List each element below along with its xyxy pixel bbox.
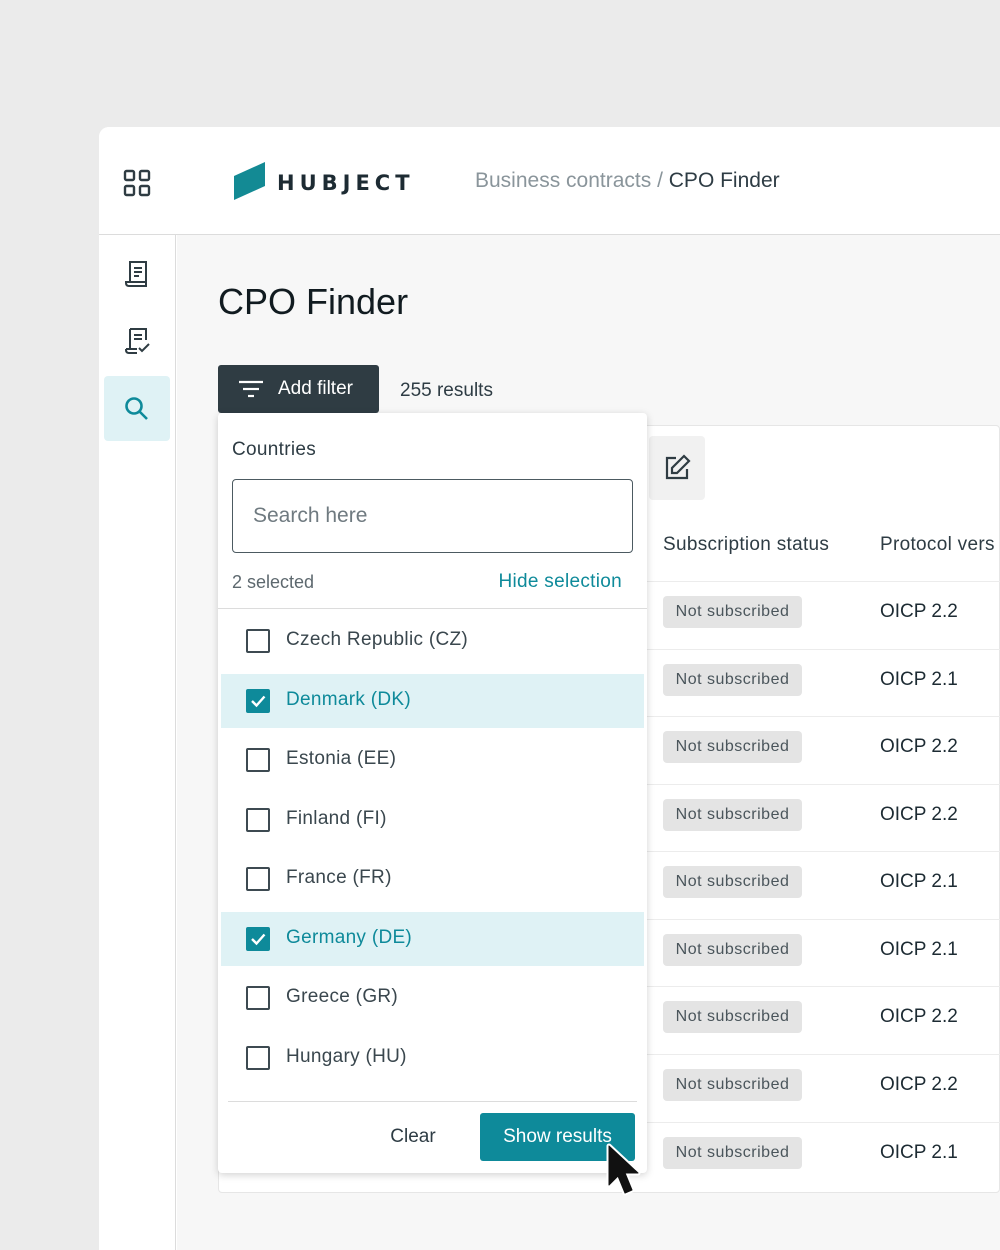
protocol-version: OICP 2.2 — [880, 804, 958, 825]
selected-count: 2 selected — [232, 572, 315, 592]
option-germany[interactable]: Germany (DE) — [221, 912, 644, 966]
protocol-version: OICP 2.2 — [880, 736, 958, 757]
option-finland[interactable]: Finland (FI) — [221, 793, 644, 847]
option-label: Czech Republic (CZ) — [286, 629, 469, 650]
option-label: Denmark (DK) — [286, 689, 412, 710]
add-filter-label: Add filter — [278, 378, 353, 399]
divider — [218, 608, 647, 609]
breadcrumb: Business contracts / CPO Finder — [475, 169, 780, 193]
country-filter-dropdown: Countries 2 selected Hide selection Czec… — [218, 413, 647, 1173]
checkbox[interactable] — [246, 986, 270, 1010]
option-label: France (FR) — [286, 867, 392, 888]
status-badge: Not subscribed — [663, 664, 802, 696]
filter-icon — [239, 380, 263, 398]
protocol-version: OICP 2.1 — [880, 669, 958, 690]
dropdown-title: Countries — [232, 439, 317, 460]
protocol-version: OICP 2.2 — [880, 601, 958, 622]
checkmark-icon — [251, 933, 266, 946]
protocol-version: OICP 2.1 — [880, 1142, 958, 1163]
logo-text: HUBJECT — [277, 171, 415, 195]
protocol-version: OICP 2.2 — [880, 1074, 958, 1095]
add-filter-button[interactable]: Add filter — [218, 365, 379, 413]
option-czech-republic[interactable]: Czech Republic (CZ) — [221, 614, 644, 668]
checkbox[interactable] — [246, 927, 270, 951]
protocol-version: OICP 2.1 — [880, 939, 958, 960]
signed-contract-icon — [125, 327, 150, 354]
sidebar — [99, 235, 176, 1250]
status-badge: Not subscribed — [663, 1001, 802, 1033]
edit-icon — [665, 454, 691, 480]
page-title: CPO Finder — [218, 281, 409, 322]
logo-mark-icon — [234, 162, 265, 200]
status-badge: Not subscribed — [663, 1137, 802, 1169]
checkbox[interactable] — [246, 689, 270, 713]
status-badge: Not subscribed — [663, 1069, 802, 1101]
search-icon — [125, 396, 148, 420]
option-label: Estonia (EE) — [286, 748, 397, 769]
top-bar: HUBJECT Business contracts / CPO Finder — [99, 127, 1000, 235]
option-label: Finland (FI) — [286, 808, 387, 829]
status-badge: Not subscribed — [663, 731, 802, 763]
app-grid-icon[interactable] — [123, 169, 151, 197]
option-hungary[interactable]: Hungary (HU) — [221, 1031, 644, 1085]
column-header-subscription-status[interactable]: Subscription status — [663, 534, 829, 556]
hide-selection-button[interactable]: Hide selection — [498, 571, 622, 593]
sidebar-item-search[interactable] — [104, 376, 170, 441]
contract-document-icon — [125, 260, 147, 287]
breadcrumb-separator: / — [651, 169, 669, 192]
checkbox[interactable] — [246, 629, 270, 653]
column-header-protocol-version[interactable]: Protocol vers — [880, 534, 995, 556]
divider — [228, 1101, 637, 1102]
checkmark-icon — [251, 695, 266, 708]
hubject-logo[interactable]: HUBJECT — [232, 162, 422, 202]
checkbox[interactable] — [246, 748, 270, 772]
edit-button[interactable] — [649, 436, 705, 500]
mouse-cursor-icon — [606, 1143, 641, 1196]
protocol-version: OICP 2.1 — [880, 871, 958, 892]
sidebar-item-contracts[interactable] — [104, 241, 170, 306]
breadcrumb-parent[interactable]: Business contracts — [475, 169, 651, 192]
option-france[interactable]: France (FR) — [221, 852, 644, 906]
option-denmark[interactable]: Denmark (DK) — [221, 674, 644, 728]
sidebar-item-signed-contracts[interactable] — [104, 308, 170, 373]
option-label: Greece (GR) — [286, 986, 399, 1007]
option-label: Hungary (HU) — [286, 1046, 407, 1067]
results-count: 255 results — [400, 380, 493, 401]
checkbox[interactable] — [246, 808, 270, 832]
checkbox[interactable] — [246, 1046, 270, 1070]
option-label: Germany (DE) — [286, 927, 413, 948]
status-badge: Not subscribed — [663, 934, 802, 966]
breadcrumb-current: CPO Finder — [668, 169, 780, 192]
option-greece[interactable]: Greece (GR) — [221, 971, 644, 1025]
status-badge: Not subscribed — [663, 799, 802, 831]
status-badge: Not subscribed — [663, 596, 802, 628]
protocol-version: OICP 2.2 — [880, 1006, 958, 1027]
clear-button[interactable]: Clear — [368, 1113, 458, 1161]
status-badge: Not subscribed — [663, 866, 802, 898]
option-estonia[interactable]: Estonia (EE) — [221, 733, 644, 787]
checkbox[interactable] — [246, 867, 270, 891]
country-search-input[interactable] — [232, 479, 633, 553]
